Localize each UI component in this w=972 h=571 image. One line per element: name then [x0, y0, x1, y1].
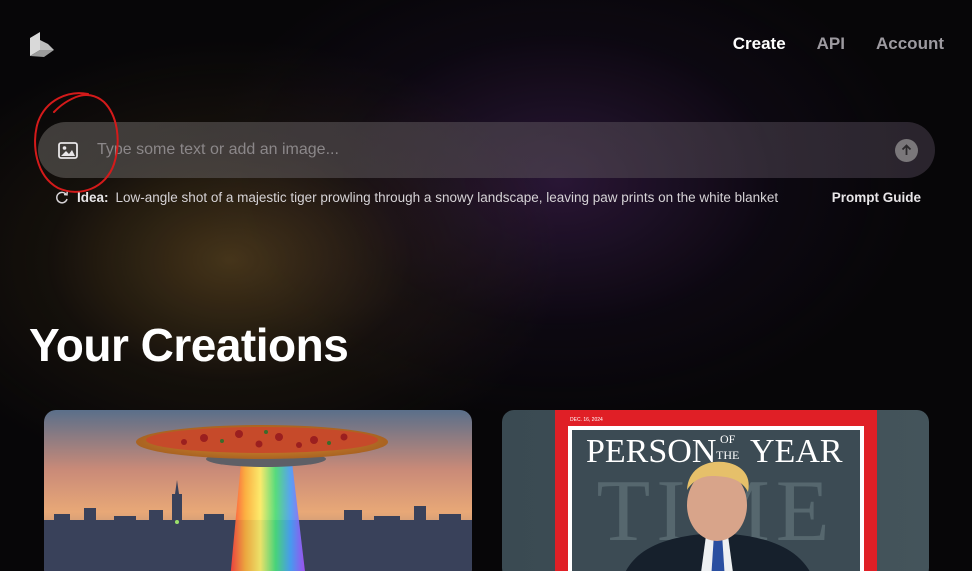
cover-date: DEC. 16, 2024 [570, 417, 603, 423]
submit-button[interactable] [895, 138, 918, 162]
creation-image-magazine-cover: DEC. 16, 2024 TIME PERSON OF THE YEAR [502, 410, 929, 571]
cover-the: THE [716, 448, 739, 462]
idea-label: Idea: [77, 190, 109, 205]
cover-heading-year: YEAR [750, 433, 843, 470]
nav-create[interactable]: Create [733, 34, 786, 54]
prompt-input[interactable] [97, 135, 895, 165]
nav-account[interactable]: Account [876, 34, 944, 54]
arrow-up-icon [901, 144, 912, 155]
cube-logo-icon[interactable] [28, 30, 54, 58]
cover-heading-person: PERSON [586, 433, 716, 470]
cover-of: OF [720, 432, 736, 446]
idea-row: Idea: Low-angle shot of a majestic tiger… [55, 190, 921, 205]
creations-title: Your Creations [29, 319, 349, 371]
nav-api[interactable]: API [817, 34, 845, 54]
image-icon [58, 141, 78, 159]
creation-card[interactable] [44, 410, 472, 571]
creation-image-pizza-ufo [44, 410, 472, 571]
idea-suggestion[interactable]: Low-angle shot of a majestic tiger prowl… [116, 190, 779, 205]
prompt-bar [38, 122, 935, 178]
add-image-button[interactable] [48, 130, 88, 170]
refresh-icon[interactable] [55, 191, 69, 205]
creation-card[interactable]: DEC. 16, 2024 TIME PERSON OF THE YEAR [502, 410, 929, 571]
main-nav: Create API Account [733, 34, 944, 54]
prompt-guide-link[interactable]: Prompt Guide [832, 190, 921, 205]
